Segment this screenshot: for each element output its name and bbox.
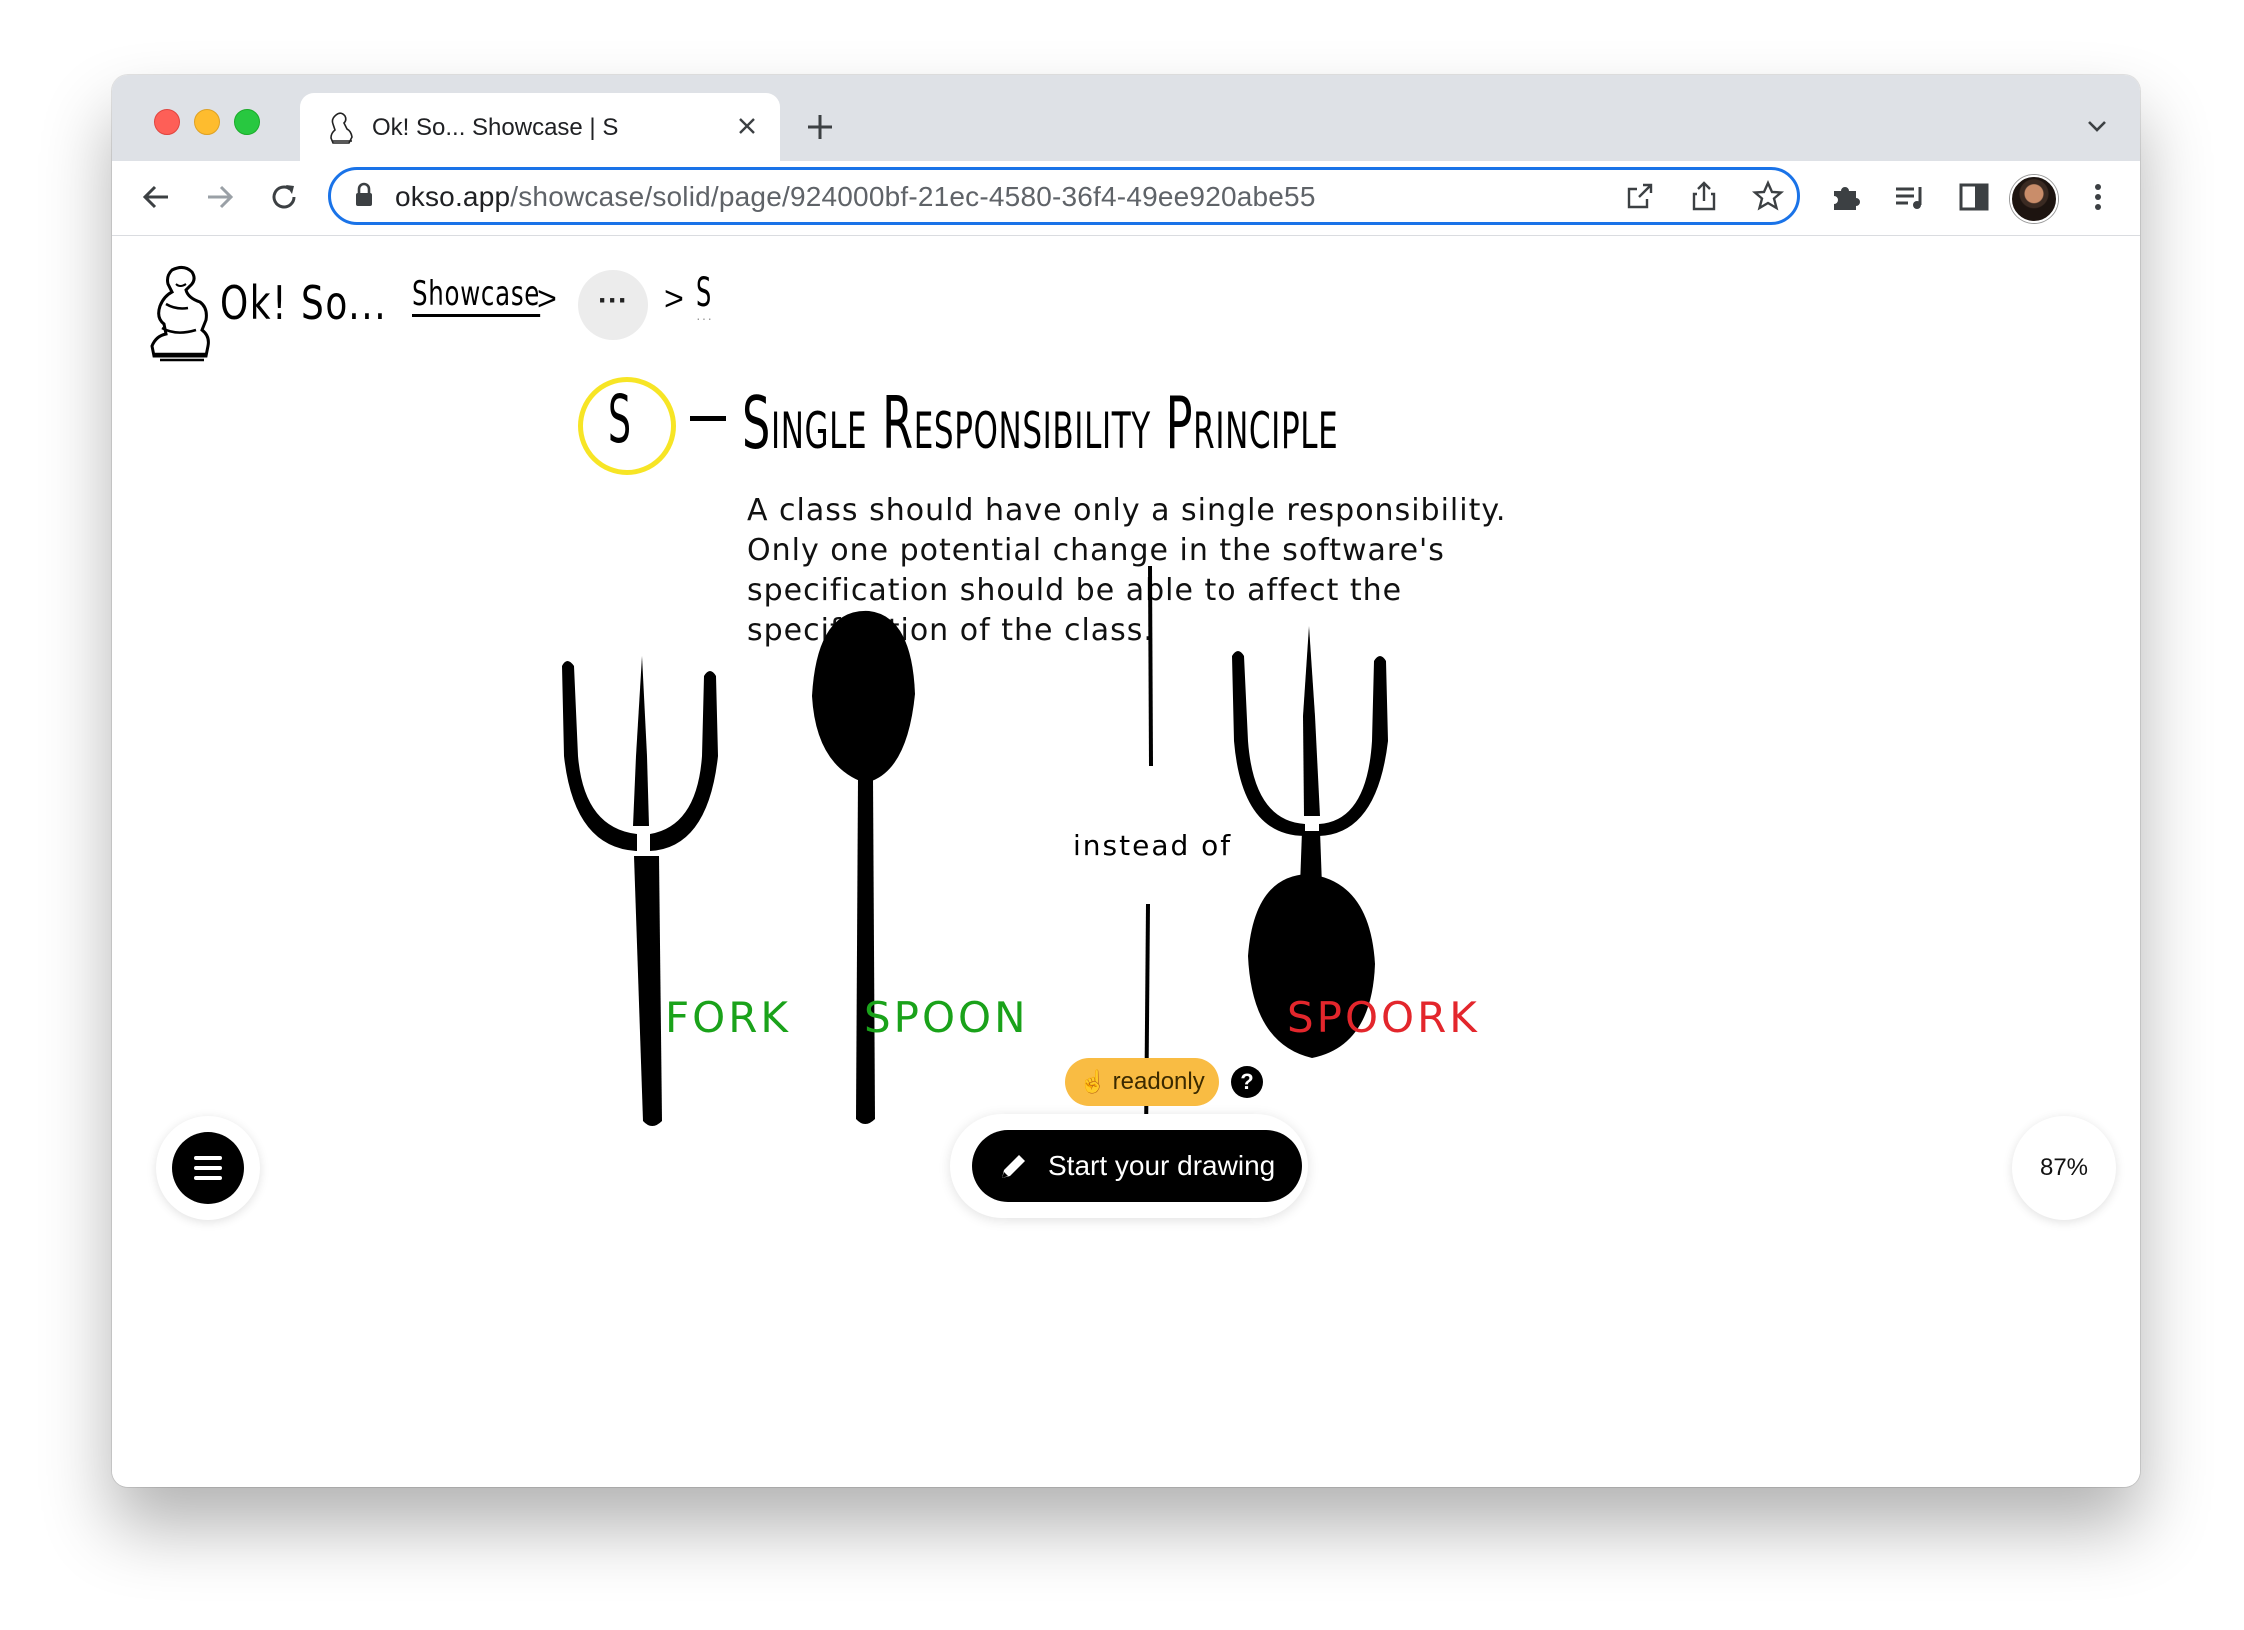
side-panel-icon[interactable] <box>1954 177 1994 217</box>
tab-bar: Ok! So... Showcase | S <box>112 75 2140 161</box>
browser-window: Ok! So... Showcase | S okso.app/showcase… <box>112 75 2140 1487</box>
page-content: Ok! So... Showcase > ··· > S ··· S Singl… <box>112 236 2140 1487</box>
media-queue-icon[interactable] <box>1890 177 1930 217</box>
tab-title: Ok! So... Showcase | S <box>372 114 619 141</box>
start-drawing-label: Start your drawing <box>1048 1150 1276 1181</box>
thinker-favicon-icon <box>330 112 353 144</box>
forward-arrow-icon[interactable] <box>200 177 240 217</box>
fork-label: FORK <box>665 993 791 1042</box>
chevron-down-icon[interactable] <box>2084 113 2110 139</box>
profile-avatar[interactable] <box>2010 175 2058 223</box>
divider-line-bottom <box>1144 903 1150 1143</box>
close-tab-icon[interactable] <box>732 111 762 141</box>
more-vertical-icon[interactable] <box>2078 177 2118 217</box>
zoom-level-button[interactable]: 87% <box>2012 1116 2116 1220</box>
back-arrow-icon[interactable] <box>136 177 176 217</box>
new-tab-icon[interactable] <box>802 109 838 145</box>
hamburger-icon <box>194 1176 222 1180</box>
hand-pointer-icon: ☝ <box>1079 1069 1107 1094</box>
menu-button[interactable] <box>172 1132 244 1204</box>
spoork-label: SPOORK <box>1287 993 1480 1042</box>
fork-icon <box>562 656 718 1126</box>
hamburger-icon <box>194 1166 222 1170</box>
extensions-puzzle-icon[interactable] <box>1826 177 1866 217</box>
readonly-badge[interactable]: ☝ readonly <box>1065 1058 1219 1106</box>
address-bar[interactable]: okso.app/showcase/solid/page/924000bf-21… <box>328 167 1800 225</box>
open-in-window-icon[interactable] <box>1623 179 1657 213</box>
reload-icon[interactable] <box>264 177 304 217</box>
minimize-window-button[interactable] <box>194 109 220 135</box>
share-icon[interactable] <box>1687 179 1721 213</box>
pencil-icon <box>1002 1155 1025 1178</box>
lock-icon[interactable] <box>353 182 375 208</box>
bookmark-star-icon[interactable] <box>1751 179 1785 213</box>
divider-line-top <box>1148 565 1153 767</box>
spoon-label: SPOON <box>864 993 1029 1042</box>
url-text[interactable]: okso.app/showcase/solid/page/924000bf-21… <box>395 181 1316 213</box>
maximize-window-button[interactable] <box>234 109 260 135</box>
browser-tab[interactable]: Ok! So... Showcase | S <box>300 93 780 161</box>
start-drawing-button[interactable]: Start your drawing <box>972 1130 1302 1202</box>
close-window-button[interactable] <box>154 109 180 135</box>
browser-toolbar: okso.app/showcase/solid/page/924000bf-21… <box>112 161 2140 236</box>
help-icon[interactable]: ? <box>1231 1066 1263 1098</box>
readonly-label: readonly <box>1112 1068 1205 1095</box>
spoon-icon <box>812 610 915 1124</box>
instead-of-label: instead of <box>1073 829 1233 862</box>
hamburger-icon <box>194 1156 222 1160</box>
